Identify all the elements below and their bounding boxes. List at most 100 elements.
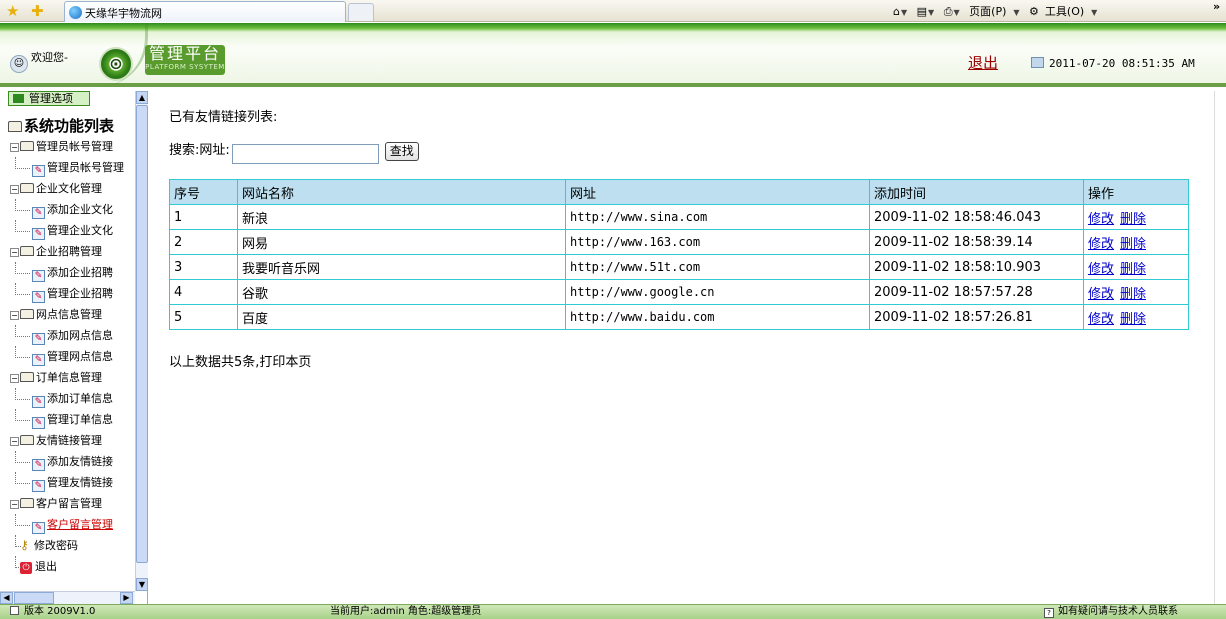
sidebar-item[interactable]: ✎ 管理企业招聘 [0,283,136,304]
edit-page-icon: ✎ [32,459,45,471]
sidebar-item-label: 管理订单信息 [47,413,113,426]
cell-url: http://www.sina.com [565,204,870,230]
sidebar-item-change-password[interactable]: ⚷ 修改密码 [0,535,136,556]
collapse-toggle-icon[interactable]: − [10,143,19,152]
sidebar-item[interactable]: ✎ 添加友情链接 [0,451,136,472]
collapse-toggle-icon[interactable]: − [10,311,19,320]
cell-actions: 修改 删除 [1083,279,1189,305]
sidebar-item[interactable]: ✎ 管理企业文化 [0,220,136,241]
scroll-thumb[interactable] [136,105,148,563]
logout-link[interactable]: 退出 [968,52,998,73]
sidebar-group[interactable]: − 客户留言管理 [0,493,136,514]
collapse-toggle-icon[interactable]: − [10,248,19,257]
hscroll-thumb[interactable] [14,592,54,604]
tools-menu[interactable]: ⚙ 工具(O) ▼ [1029,5,1097,18]
edit-link[interactable]: 修改 [1088,287,1114,302]
sidebar-vertical-scrollbar[interactable]: ▲ ▼ [135,91,148,591]
logo-icon: ⊙ [99,47,133,81]
print-icon[interactable]: ⎙▼ [944,5,960,18]
column-header-name: 网站名称 [237,179,566,205]
search-bar: 搜索:网址: 查找 [169,139,419,164]
sidebar-item[interactable]: ✎ 管理友情链接 [0,472,136,493]
page-menu-label: 页面(P) [969,5,1007,18]
sidebar-group[interactable]: − 管理员帐号管理 [0,136,136,157]
search-input[interactable] [231,144,379,164]
sidebar-item[interactable]: ✎ 添加订单信息 [0,388,136,409]
edit-link[interactable]: 修改 [1088,212,1114,227]
sidebar-item[interactable]: ✎ 管理员帐号管理 [0,157,136,178]
delete-link[interactable]: 删除 [1120,312,1146,327]
sidebar-item[interactable]: ✎ 客户留言管理 [0,514,136,535]
folder-icon [20,141,34,151]
collapse-toggle-icon[interactable]: − [10,185,19,194]
sidebar-group[interactable]: − 订单信息管理 [0,367,136,388]
delete-link[interactable]: 删除 [1120,287,1146,302]
delete-link[interactable]: 删除 [1120,262,1146,277]
sidebar-item[interactable]: ✎ 添加网点信息 [0,325,136,346]
page-title: 已有友情链接列表: [169,110,278,125]
feeds-icon[interactable]: ▤▼ [917,5,935,18]
scroll-right-icon[interactable]: ▶ [120,592,133,604]
sidebar-group[interactable]: − 网点信息管理 [0,304,136,325]
chevron-more-icon[interactable]: » [1213,0,1220,13]
sidebar-item[interactable]: ✎ 管理网点信息 [0,346,136,367]
new-tab-button[interactable] [348,3,374,21]
browser-tab[interactable]: 天缘华宇物流网 [64,1,346,22]
user-avatar-icon: ☺ [10,55,28,73]
scroll-up-icon[interactable]: ▲ [136,91,148,104]
collapse-toggle-icon[interactable]: − [10,437,19,446]
sidebar-group[interactable]: − 企业文化管理 [0,178,136,199]
edit-link[interactable]: 修改 [1088,262,1114,277]
cell-url: http://www.163.com [565,229,870,255]
sidebar-item[interactable]: ✎ 添加企业文化 [0,199,136,220]
table-row: 3 我要听音乐网 http://www.51t.com 2009-11-02 18:5… [169,254,1189,280]
favorites-star-icon[interactable]: ★ [6,2,19,20]
edit-link[interactable]: 修改 [1088,312,1114,327]
cell-time: 2009-11-02 18:57:26.81 [869,304,1084,330]
home-icon[interactable]: ⌂▼ [893,5,907,18]
cell-time: 2009-11-02 18:58:39.14 [869,229,1084,255]
sidebar-item[interactable]: ✎ 添加企业招聘 [0,262,136,283]
cell-time: 2009-11-02 18:58:46.043 [869,204,1084,230]
delete-link[interactable]: 删除 [1120,212,1146,227]
page-menu[interactable]: 页面(P) ▼ [969,5,1019,18]
datetime: 2011-07-20 08:51:35 AM [1031,57,1195,70]
search-button[interactable]: 查找 [384,142,419,161]
platform-logo: 管理平台 PLATFORM SYSYTEM [145,45,225,75]
cell-id: 4 [169,279,238,305]
column-header-id: 序号 [169,179,238,205]
column-header-url: 网址 [565,179,870,205]
cell-name: 新浪 [237,204,566,230]
sidebar-horizontal-scrollbar[interactable]: ◀ ▶ [0,591,135,604]
sidebar-root: 系统功能列表 [8,115,114,136]
edit-link[interactable]: 修改 [1088,237,1114,252]
sidebar-group-label: 网点信息管理 [36,308,102,321]
ie-page-icon [69,6,82,19]
sidebar-item-exit[interactable]: ⏻ 退出 [0,556,136,577]
sidebar-item[interactable]: ✎ 管理订单信息 [0,409,136,430]
cell-id: 1 [169,204,238,230]
collapse-toggle-icon[interactable]: − [10,374,19,383]
browser-toolbar: ★ ✚ 天缘华宇物流网 ⌂▼ ▤▼ ⎙▼ 页面(P) ▼ ⚙ 工具(O) ▼ » [0,0,1226,22]
collapse-toggle-icon[interactable]: − [10,500,19,509]
edit-page-icon: ✎ [32,228,45,240]
scroll-down-icon[interactable]: ▼ [136,578,148,591]
cell-name: 谷歌 [237,279,566,305]
sidebar-group[interactable]: − 友情链接管理 [0,430,136,451]
sidebar-group-label: 友情链接管理 [36,434,102,447]
version: 版本 2009V1.0 [10,605,95,619]
sidebar-group-label: 管理员帐号管理 [36,140,113,153]
exit-icon: ⏻ [20,562,32,574]
sidebar: 管理选项 系统功能列表 − 管理员帐号管理 ✎ 管理员帐号管理 − 企业文化管理 ✎ 添加企业… [0,91,148,604]
main-vertical-scrollbar[interactable] [1214,91,1226,604]
folder-icon [20,309,34,319]
sidebar-group[interactable]: − 企业招聘管理 [0,241,136,262]
key-icon: ⚷ [20,538,29,552]
scroll-left-icon[interactable]: ◀ [0,592,13,604]
menu-tab[interactable]: 管理选项 [8,91,90,106]
add-favorites-icon[interactable]: ✚ [31,2,44,20]
sidebar-item-label: 添加友情链接 [47,455,113,468]
cell-actions: 修改 删除 [1083,304,1189,330]
sidebar-group-label: 企业招聘管理 [36,245,102,258]
delete-link[interactable]: 删除 [1120,237,1146,252]
